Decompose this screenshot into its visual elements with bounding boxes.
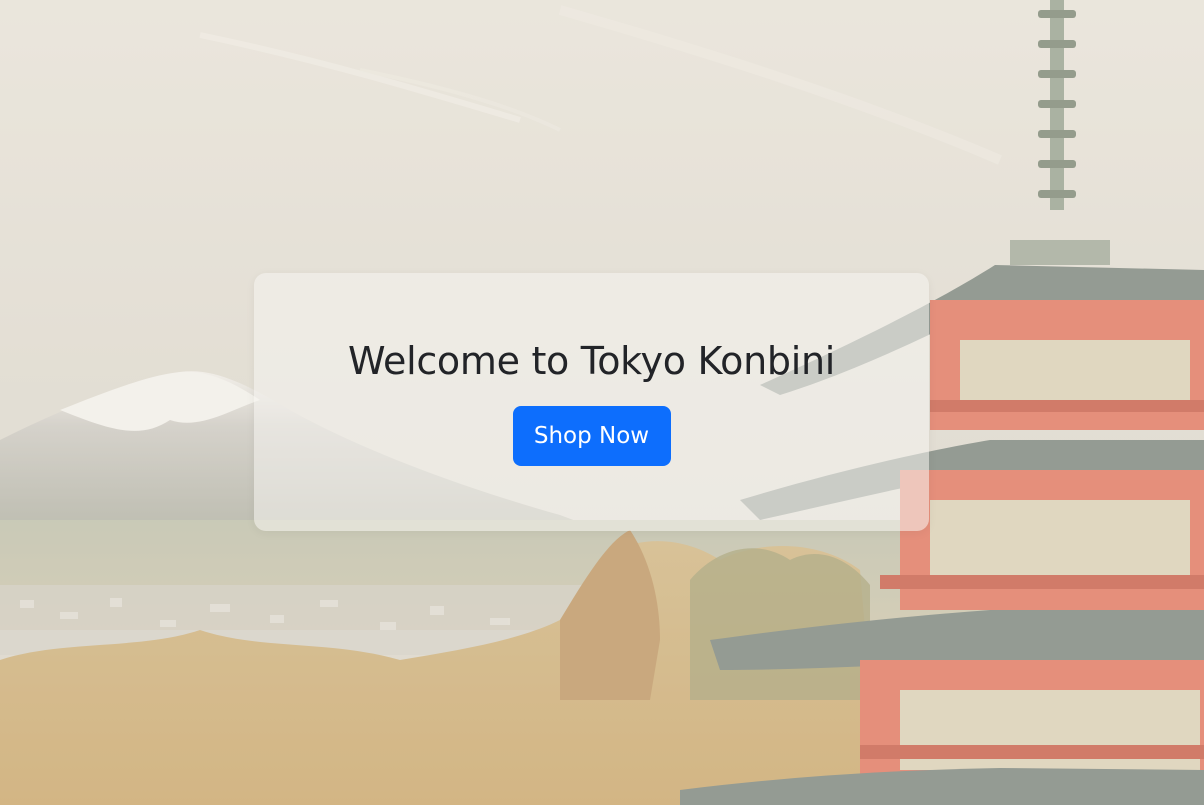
hero-section: Welcome to Tokyo Konbini Shop Now bbox=[0, 0, 1204, 805]
shop-now-button[interactable]: Shop Now bbox=[512, 405, 671, 466]
hero-title: Welcome to Tokyo Konbini bbox=[347, 339, 836, 383]
hero-card: Welcome to Tokyo Konbini Shop Now bbox=[254, 273, 929, 531]
